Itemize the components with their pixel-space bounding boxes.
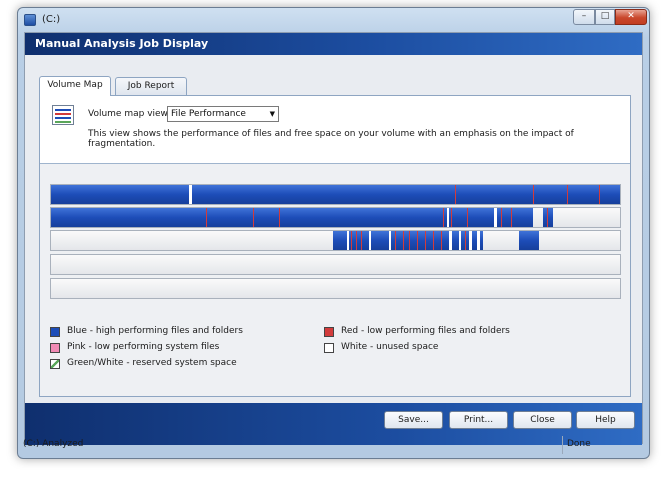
blue-segment [519,231,539,250]
status-bar: (C:) Analyzed Done [18,436,649,454]
free-space [469,231,472,250]
map-row-4 [50,254,621,275]
free-space [447,208,449,227]
red-fragment [433,231,434,250]
green-white-swatch [50,359,60,369]
close-window-button[interactable]: ✕ [615,9,647,25]
legend-white: White - unused space [341,342,439,352]
view-description: This view shows the performance of files… [88,129,574,149]
red-fragment [443,208,444,227]
red-fragment [351,231,352,250]
red-fragment [403,231,404,250]
maximize-button[interactable]: □ [595,9,615,25]
chevron-down-icon: ▼ [269,110,275,118]
red-fragment [441,231,442,250]
map-row-5 [50,278,621,299]
red-fragment [206,208,207,227]
free-space [459,231,461,250]
red-fragment [599,185,600,204]
blue-segment [51,208,533,227]
free-space [369,231,371,250]
pink-swatch [50,343,60,353]
tab-volume-map[interactable]: Volume Map [39,76,111,96]
red-fragment [501,208,502,227]
map-row-2 [50,207,621,228]
legend-blue: Blue - high performing files and folders [67,326,243,336]
legend-green: Green/White - reserved system space [67,358,237,368]
app-icon [24,14,36,26]
window-title: (C:) [42,14,61,25]
dialog-client: Manual Analysis Job Display Volume Map J… [24,32,643,445]
header-band: Manual Analysis Job Display [25,33,642,55]
view-select-value: File Performance [171,109,246,119]
red-fragment [533,185,534,204]
free-space [477,231,480,250]
red-fragment [409,231,410,250]
red-fragment [395,231,396,250]
red-fragment [547,208,548,227]
view-label: Volume map view: [88,109,171,119]
status-done: Done [567,439,591,449]
red-fragment [417,231,418,250]
view-select[interactable]: File Performance ▼ [167,106,279,122]
blue-segment [51,185,620,204]
red-fragment [567,185,568,204]
save-button[interactable]: Save... [384,411,443,429]
close-button[interactable]: Close [513,411,572,429]
red-fragment [361,231,362,250]
minimize-button[interactable]: – [573,9,595,25]
free-space [389,231,391,250]
status-text: (C:) Analyzed [23,439,84,449]
free-space [449,231,452,250]
red-fragment [279,208,280,227]
tab-job-report[interactable]: Job Report [115,77,187,95]
red-fragment [511,208,512,227]
white-swatch [324,343,334,353]
map-row-1 [50,184,621,205]
red-fragment [467,208,468,227]
red-fragment [425,231,426,250]
help-button[interactable]: Help [576,411,635,429]
app-window: (C:) – □ ✕ Manual Analysis Job Display V… [17,7,650,459]
red-swatch [324,327,334,337]
print-button[interactable]: Print... [449,411,508,429]
red-fragment [455,185,456,204]
red-fragment [451,208,452,227]
view-options: Volume map view: File Performance ▼ This… [40,96,630,164]
legend-pink: Pink - low performing system files [67,342,220,352]
free-space [347,231,349,250]
map-row-3 [50,230,621,251]
blue-swatch [50,327,60,337]
legend-red: Red - low performing files and folders [341,326,510,336]
volume-map-icon [52,105,74,125]
title-bar[interactable]: (C:) – □ ✕ [18,8,649,32]
free-space [189,185,192,204]
red-fragment [253,208,254,227]
status-divider [562,436,563,454]
blue-segment [543,208,553,227]
free-space [494,208,497,227]
red-fragment [465,231,466,250]
volume-map-panel: Volume map view: File Performance ▼ This… [39,95,631,397]
dialog-title: Manual Analysis Job Display [35,37,209,50]
red-fragment [356,231,357,250]
